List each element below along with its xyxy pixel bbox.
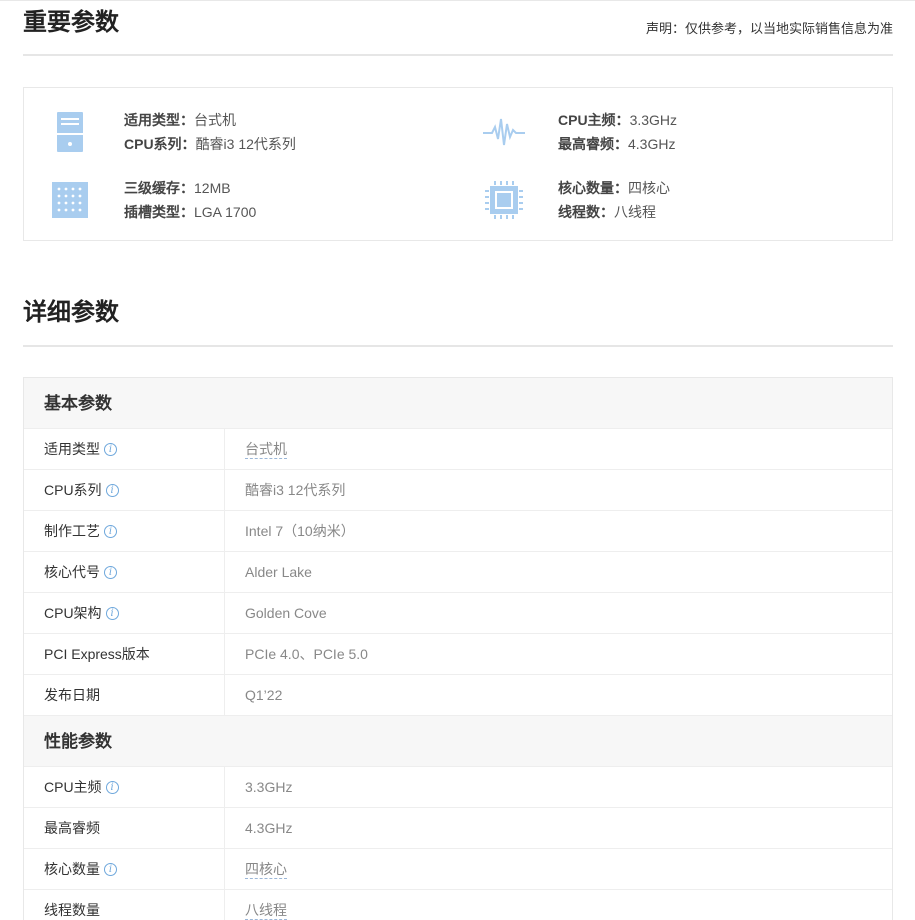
key-item-cores: 核心数量：四核心 线程数：八线程 [482, 176, 882, 224]
param-label-cell: 制作工艺 i [24, 511, 225, 551]
param-label-cell: CPU系列 i [24, 470, 225, 510]
param-label: 最高睿频 [44, 820, 100, 836]
param-value: Q1’22 [245, 687, 283, 703]
table-row: 线程数量 八线程 [24, 890, 892, 920]
key-item-cache: 三级缓存：12MB 插槽类型：LGA 1700 [48, 176, 448, 224]
key-value: 八线程 [614, 204, 656, 220]
param-label: CPU系列 [44, 482, 102, 498]
param-value: Alder Lake [245, 564, 312, 580]
key-params-box: 适用类型：台式机 CPU系列：酷睿i3 12代系列 CPU主频：3.3GHz 最… [23, 87, 893, 241]
param-label: CPU主频 [44, 779, 102, 795]
param-label: 发布日期 [44, 687, 100, 703]
table-row: CPU架构 i Golden Cove [24, 593, 892, 634]
detail-params-table: 基本参数 适用类型 i 台式机 CPU系列 i 酷睿i3 12代系列 制作工艺 i Intel 7… [23, 377, 893, 920]
table-row: 适用类型 i 台式机 [24, 429, 892, 470]
frequency-wave-icon [482, 110, 526, 154]
info-icon[interactable]: i [104, 565, 117, 579]
key-label: 最高睿频： [558, 136, 628, 152]
table-row: CPU系列 i 酷睿i3 12代系列 [24, 470, 892, 511]
param-label-cell: CPU架构 i [24, 593, 225, 633]
param-value-cell[interactable]: 四核心 [225, 849, 287, 889]
key-label: 核心数量： [558, 180, 628, 196]
key-value: 3.3GHz [629, 112, 678, 128]
group-header: 性能参数 [24, 716, 892, 767]
info-icon[interactable]: i [104, 862, 117, 876]
param-label-cell: CPU主频 i [24, 767, 225, 807]
info-icon[interactable]: i [105, 483, 119, 497]
info-icon[interactable]: i [105, 780, 119, 794]
param-value-link[interactable]: 台式机 [245, 441, 287, 459]
table-row: 发布日期 Q1’22 [24, 675, 892, 716]
param-label: CPU架构 [44, 605, 102, 621]
param-label: 核心代号 [44, 564, 100, 580]
param-label-cell: 线程数量 [24, 890, 225, 920]
param-value-cell: Q1’22 [225, 675, 282, 715]
param-label: 线程数量 [44, 902, 100, 918]
param-value: PCIe 4.0、PCIe 5.0 [245, 646, 368, 662]
param-value-cell: Intel 7（10纳米） [225, 511, 355, 551]
table-row: 制作工艺 i Intel 7（10纳米） [24, 511, 892, 552]
disclaimer-text: 声明：仅供参考，以当地实际销售信息为准 [645, 21, 893, 36]
param-value-cell[interactable]: 台式机 [225, 429, 287, 469]
param-value-cell: 4.3GHz [225, 808, 292, 848]
param-value-link[interactable]: 四核心 [245, 861, 287, 879]
param-label-cell: 发布日期 [24, 675, 225, 715]
cache-grid-icon [48, 178, 92, 222]
key-value: 4.3GHz [628, 136, 676, 152]
key-value: 四核心 [628, 180, 670, 196]
param-value: Intel 7（10纳米） [245, 523, 355, 539]
key-value: 12MB [194, 180, 231, 196]
key-label: CPU系列： [124, 136, 196, 152]
key-label: 适用类型： [124, 112, 194, 128]
key-label: 线程数： [558, 204, 614, 220]
param-value-cell: PCIe 4.0、PCIe 5.0 [225, 634, 368, 674]
key-value: LGA 1700 [194, 204, 257, 220]
cpu-chip-icon [482, 178, 526, 222]
table-row: CPU主频 i 3.3GHz [24, 767, 892, 808]
param-label-cell: 适用类型 i [24, 429, 225, 469]
param-value-cell[interactable]: 八线程 [225, 890, 287, 920]
param-value-cell: Alder Lake [225, 552, 312, 592]
group-header: 基本参数 [24, 378, 892, 429]
table-row: 核心代号 i Alder Lake [24, 552, 892, 593]
param-value: Golden Cove [245, 605, 327, 621]
param-value: 3.3GHz [245, 779, 293, 795]
table-row: 核心数量 i 四核心 [24, 849, 892, 890]
key-label: CPU主频： [558, 112, 630, 128]
key-label: 插槽类型： [124, 204, 194, 220]
info-icon[interactable]: i [104, 442, 117, 456]
important-params-header: 重要参数 声明：仅供参考，以当地实际销售信息为准 [23, 8, 893, 56]
key-label: 三级缓存： [124, 180, 194, 196]
desktop-tower-icon [48, 110, 92, 154]
table-row: PCI Express版本 PCIe 4.0、PCIe 5.0 [24, 634, 892, 675]
key-value: 酷睿i3 12代系列 [195, 136, 296, 152]
table-row: 最高睿频 4.3GHz [24, 808, 892, 849]
param-value: 酷睿i3 12代系列 [245, 482, 346, 498]
key-value: 台式机 [194, 112, 236, 128]
param-label: 制作工艺 [44, 523, 100, 539]
param-label: 适用类型 [44, 441, 100, 457]
param-label: 核心数量 [44, 861, 100, 877]
page: 重要参数 声明：仅供参考，以当地实际销售信息为准 适用类型：台式机 CPU系列：… [0, 0, 915, 920]
detail-params-header: 详细参数 [23, 298, 893, 347]
key-item-type: 适用类型：台式机 CPU系列：酷睿i3 12代系列 [48, 108, 448, 156]
info-icon[interactable]: i [105, 606, 119, 620]
param-label-cell: 最高睿频 [24, 808, 225, 848]
param-label: PCI Express版本 [44, 646, 150, 662]
param-value-link[interactable]: 八线程 [245, 902, 287, 920]
info-icon[interactable]: i [104, 524, 117, 538]
param-label-cell: PCI Express版本 [24, 634, 225, 674]
key-item-frequency: CPU主频：3.3GHz 最高睿频：4.3GHz [482, 108, 882, 156]
param-value-cell: Golden Cove [225, 593, 327, 633]
param-value-cell: 酷睿i3 12代系列 [225, 470, 345, 510]
detail-params-title: 详细参数 [23, 299, 119, 326]
param-value-cell: 3.3GHz [225, 767, 292, 807]
param-label-cell: 核心数量 i [24, 849, 225, 889]
param-label-cell: 核心代号 i [24, 552, 225, 592]
param-value: 4.3GHz [245, 820, 293, 836]
